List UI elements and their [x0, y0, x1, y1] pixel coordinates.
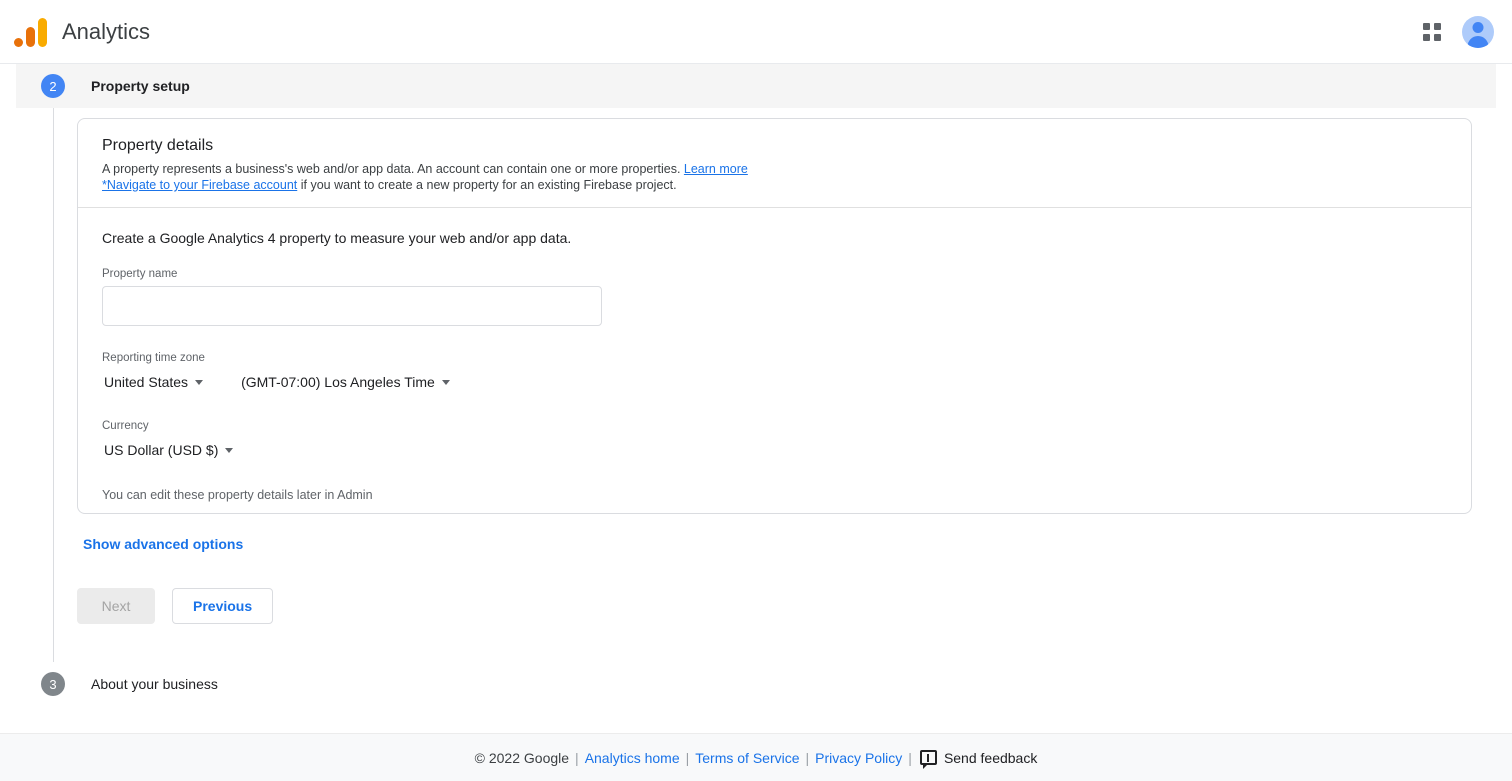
brand-area[interactable]: Analytics — [0, 0, 150, 64]
card-description-text-2: if you want to create a new property for… — [297, 178, 677, 192]
card-title: Property details — [102, 137, 214, 154]
apps-grid-square — [1423, 33, 1430, 41]
time-zone-selectors: United States (GMT-07:00) Los Angeles Ti… — [102, 370, 1447, 394]
time-zone-country-value: United States — [104, 374, 189, 390]
firebase-account-link[interactable]: *Navigate to your Firebase account — [102, 178, 297, 192]
apps-grid-square — [1423, 22, 1430, 30]
reporting-time-zone-label: Reporting time zone — [102, 352, 205, 364]
chevron-down-icon — [225, 447, 234, 453]
learn-more-link[interactable]: Learn more — [684, 162, 748, 176]
step-2-number-badge: 2 — [41, 74, 65, 98]
step-connector-line — [53, 108, 54, 662]
show-advanced-options-link[interactable]: Show advanced options — [83, 536, 243, 552]
step-2-label: Property setup — [91, 78, 190, 94]
time-zone-offset-value: (GMT-07:00) Los Angeles Time — [241, 374, 435, 390]
property-details-card-body: Create a Google Analytics 4 property to … — [78, 208, 1471, 502]
time-zone-offset-select[interactable]: (GMT-07:00) Los Angeles Time — [239, 370, 452, 394]
avatar-head — [1472, 21, 1484, 33]
avatar-body — [1467, 35, 1489, 48]
step-2-header[interactable]: 2 Property setup — [16, 64, 1496, 108]
terms-of-service-link[interactable]: Terms of Service — [695, 750, 799, 766]
logo-dot — [14, 37, 23, 47]
chevron-down-icon — [441, 379, 450, 385]
step-3-label: About your business — [91, 676, 218, 692]
send-feedback-button[interactable]: Send feedback — [919, 749, 1038, 769]
currency-value: US Dollar (USD $) — [104, 442, 219, 458]
property-details-hint: You can edit these property details late… — [102, 488, 373, 502]
wizard-button-row: Next Previous — [77, 588, 274, 624]
send-feedback-label: Send feedback — [943, 749, 1038, 766]
top-app-bar: Analytics — [0, 0, 1512, 64]
logo-bar-tall — [38, 17, 47, 47]
apps-grid-icon[interactable] — [1420, 20, 1444, 44]
card-description-text-1: A property represents a business's web a… — [102, 162, 684, 176]
previous-button[interactable]: Previous — [172, 588, 274, 624]
step-3-number-badge: 3 — [41, 672, 65, 696]
page-footer: © 2022 Google | Analytics home | Terms o… — [0, 733, 1512, 781]
analytics-home-link[interactable]: Analytics home — [585, 750, 680, 766]
footer-separator: | — [908, 749, 912, 766]
footer-separator: | — [575, 749, 579, 766]
property-name-input[interactable] — [102, 286, 602, 326]
google-analytics-logo-icon — [12, 12, 52, 52]
app-title: Analytics — [62, 18, 151, 44]
account-avatar-icon[interactable] — [1462, 15, 1494, 48]
currency-label: Currency — [102, 420, 149, 432]
create-property-lead-text: Create a Google Analytics 4 property to … — [102, 230, 572, 246]
chevron-down-icon — [195, 379, 204, 385]
feedback-icon-dot — [927, 760, 930, 762]
property-details-card: Property details A property represents a… — [77, 118, 1472, 514]
property-details-card-header: Property details A property represents a… — [78, 119, 1471, 208]
currency-select[interactable]: US Dollar (USD $) — [102, 438, 235, 462]
copyright-text: © 2022 Google — [474, 749, 570, 766]
apps-grid-square — [1434, 33, 1441, 41]
footer-separator: | — [805, 749, 810, 766]
step-3-header[interactable]: 3 About your business — [41, 672, 218, 696]
app-bar-actions — [1420, 15, 1512, 48]
card-description: A property represents a business's web a… — [102, 161, 1447, 193]
footer-separator: | — [685, 749, 690, 766]
time-zone-country-select[interactable]: United States — [102, 370, 205, 394]
feedback-bubble-icon — [919, 750, 937, 769]
property-name-label: Property name — [102, 268, 178, 280]
currency-selector-row: US Dollar (USD $) — [102, 438, 1447, 462]
apps-grid-square — [1434, 22, 1441, 30]
privacy-policy-link[interactable]: Privacy Policy — [815, 750, 902, 766]
next-button[interactable]: Next — [77, 588, 155, 624]
logo-bar-mid — [26, 26, 35, 47]
